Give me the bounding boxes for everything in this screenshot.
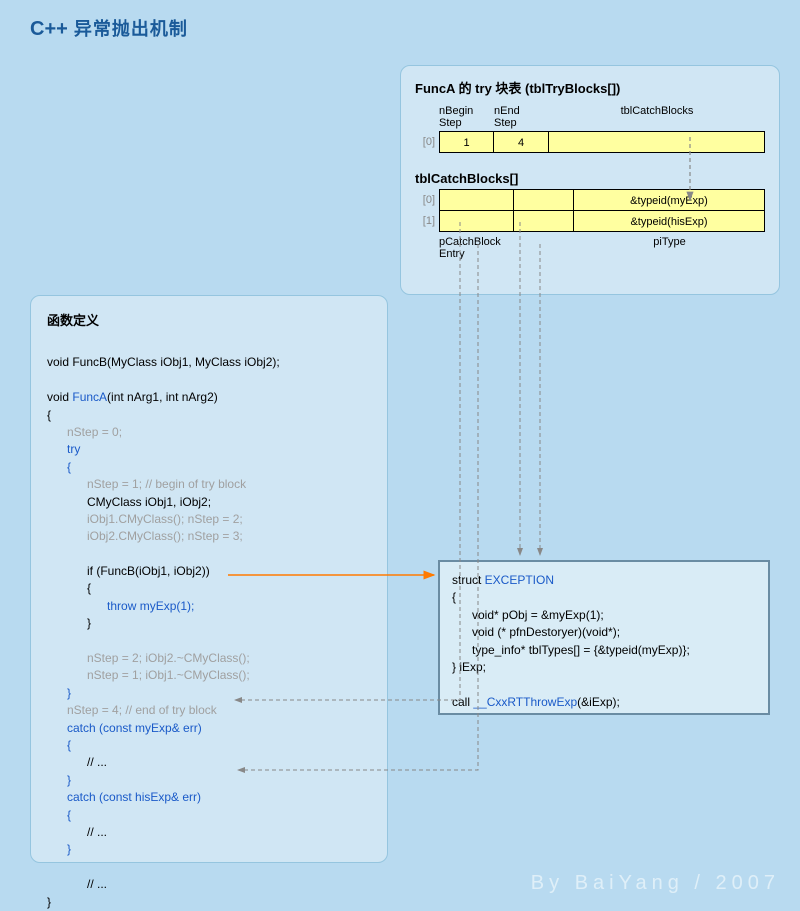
exception-code: struct EXCEPTION { void* pObj = &myExp(1… <box>452 572 756 711</box>
code-line: } <box>47 773 71 787</box>
code-line: { <box>47 808 71 822</box>
code-line: { <box>47 738 71 752</box>
code-line: nStep = 0; <box>47 425 122 439</box>
fndef-panel: 函数定义 void FuncB(MyClass iObj1, MyClass i… <box>30 295 388 863</box>
code-line: { <box>47 581 91 595</box>
tryblocks-row-0: [0] 1 4 <box>415 131 765 153</box>
code-line: void* pObj = &myExp(1); <box>452 608 604 622</box>
code-line: iObj2.CMyClass(); nStep = 3; <box>47 529 243 543</box>
struct-name: EXCEPTION <box>485 573 554 587</box>
code-line: nStep = 4; // end of try block <box>47 703 217 717</box>
ftr-pitype: piType <box>574 236 765 260</box>
code-block: void FuncB(MyClass iObj1, MyClass iObj2)… <box>47 337 371 911</box>
hdr-nbegin: nBegin Step <box>439 105 494 129</box>
code-line: (int nArg1, int nArg2) <box>107 390 218 404</box>
code-line: void <box>47 390 72 404</box>
code-line: if (FuncB(iObj1, iObj2)) <box>47 564 210 578</box>
row-index: [0] <box>415 194 439 206</box>
cell-blank <box>514 210 574 232</box>
code-line: } <box>47 895 51 909</box>
code-line: } iExp; <box>452 660 486 674</box>
author-credit: By BaiYang / 2007 <box>531 872 780 895</box>
tryblocks-panel: FuncA 的 try 块表 (tblTryBlocks[]) nBegin S… <box>400 65 780 295</box>
cell-blank <box>514 189 574 211</box>
code-line: (&iExp); <box>577 695 620 709</box>
code-line: { <box>452 590 456 604</box>
tryblocks-header: nBegin Step nEnd Step tblCatchBlocks <box>439 105 765 129</box>
page-title: C++ 异常抛出机制 <box>30 15 188 41</box>
code-indent <box>47 599 107 613</box>
row-index: [0] <box>415 136 439 148</box>
cell-entry <box>439 210 514 232</box>
tryblocks-title: FuncA 的 try 块表 (tblTryBlocks[]) <box>415 78 765 97</box>
catchblocks-row-1: [1] &typeid(hisExp) <box>415 210 765 232</box>
cell-nbegin: 1 <box>439 131 494 153</box>
cell-pitype: &typeid(hisExp) <box>574 210 765 232</box>
hdr-nend: nEnd Step <box>494 105 549 129</box>
code-line: // ... <box>47 755 107 769</box>
code-line: catch (const hisExp& err) <box>47 790 201 804</box>
code-line: { <box>47 408 51 422</box>
fndef-title: 函数定义 <box>47 310 371 329</box>
code-line: type_info* tblTypes[] = {&typeid(myExp)}… <box>452 643 690 657</box>
ftr-entry: pCatchBlock Entry <box>439 236 574 260</box>
funcname: FuncA <box>72 390 107 404</box>
code-line: try <box>47 442 80 456</box>
code-line: nStep = 1; iObj1.~CMyClass(); <box>47 668 250 682</box>
catchblocks-title: tblCatchBlocks[] <box>415 171 765 186</box>
row-index: [1] <box>415 215 439 227</box>
title-rest: 异常抛出机制 <box>68 19 188 39</box>
code-line: { <box>47 460 71 474</box>
code-line: nStep = 1; // begin of try block <box>47 477 246 491</box>
code-line: struct <box>452 573 485 587</box>
code-line: catch (const myExp& err) <box>47 721 202 735</box>
code-line: CMyClass iObj1, iObj2; <box>47 495 211 509</box>
cell-pitype: &typeid(myExp) <box>574 189 765 211</box>
hdr-catchblocks: tblCatchBlocks <box>549 105 765 129</box>
cell-catchptr <box>549 131 765 153</box>
title-cpp: C++ <box>30 18 68 40</box>
code-line: } <box>47 616 91 630</box>
code-line: call <box>452 695 473 709</box>
code-line: nStep = 2; iObj2.~CMyClass(); <box>47 651 250 665</box>
throw-stmt: throw myExp(1); <box>107 599 194 613</box>
cell-nend: 4 <box>494 131 549 153</box>
code-line: iObj1.CMyClass(); nStep = 2; <box>47 512 243 526</box>
exception-box: struct EXCEPTION { void* pObj = &myExp(1… <box>438 560 770 715</box>
throw-fn: __CxxRTThrowExp <box>473 695 577 709</box>
cell-entry <box>439 189 514 211</box>
code-line: // ... <box>47 825 107 839</box>
code-line: void (* pfnDestoryer)(void*); <box>452 625 620 639</box>
catchblocks-footer: pCatchBlock Entry piType <box>439 236 765 260</box>
code-line: } <box>47 842 71 856</box>
code-line: void FuncB(MyClass iObj1, MyClass iObj2)… <box>47 355 280 369</box>
code-line: } <box>47 686 71 700</box>
code-line: // ... <box>47 877 107 891</box>
catchblocks-row-0: [0] &typeid(myExp) <box>415 189 765 211</box>
